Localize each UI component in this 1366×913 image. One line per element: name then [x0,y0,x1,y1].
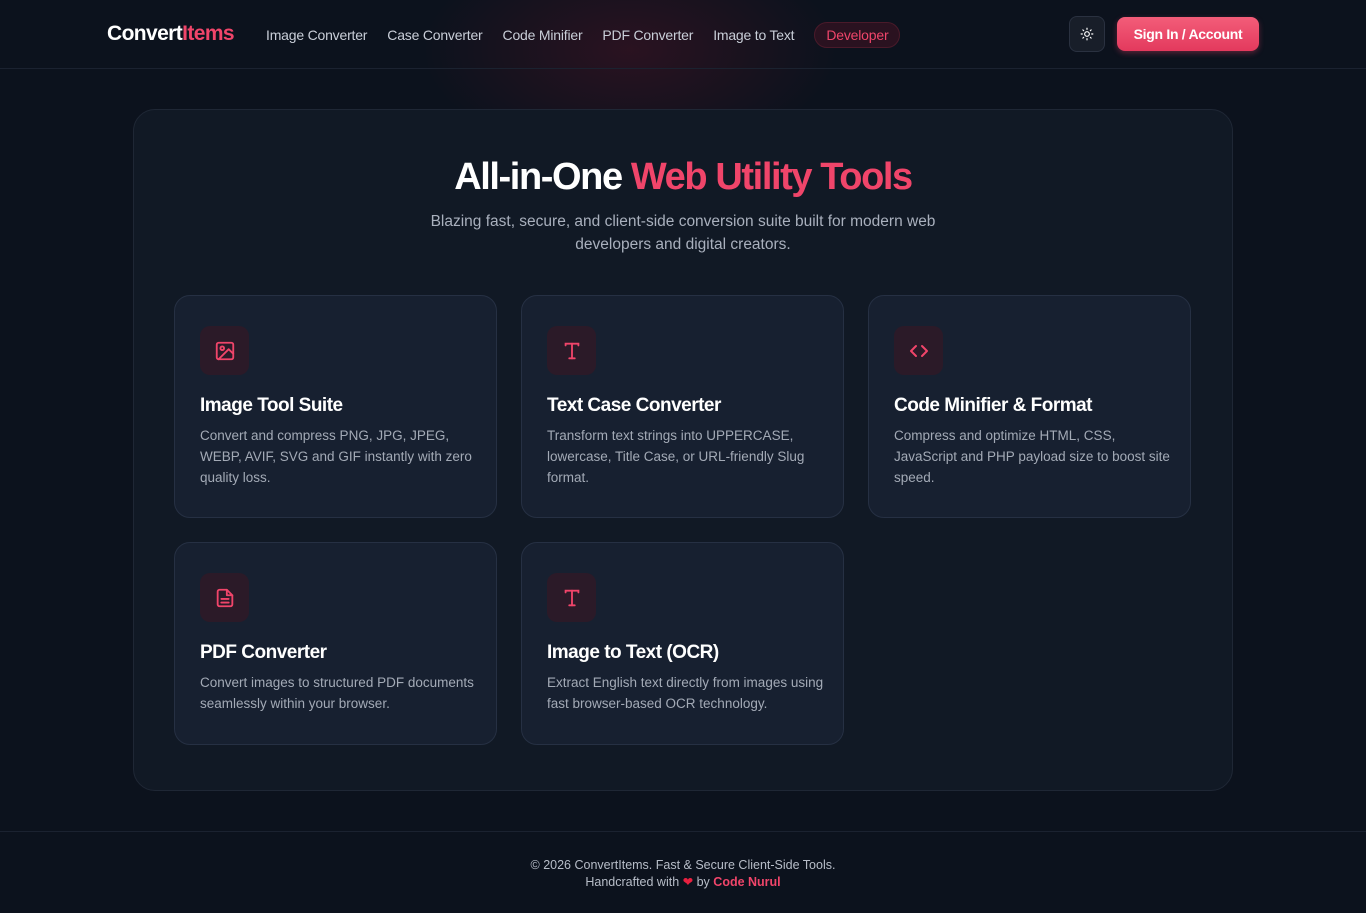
tool-card-code-minifier[interactable]: Code Minifier & Format Compress and opti… [868,295,1191,518]
document-icon [200,573,249,622]
brand-logo[interactable]: ConvertItems [107,22,235,46]
card-title: PDF Converter [200,642,327,663]
main-nav: Image Converter Case Converter Code Mini… [266,0,901,69]
card-description: Transform text strings into UPPERCASE, l… [547,428,805,485]
card-description: Convert images to structured PDF documen… [200,675,474,711]
image-icon [200,326,249,375]
footer-by-text: by [696,875,710,889]
nav-developer[interactable]: Developer [814,21,901,48]
code-icon [894,326,943,375]
top-navbar: ConvertItems Image Converter Case Conver… [0,0,1366,69]
card-title: Code Minifier & Format [894,395,1093,416]
text-t-icon [547,573,596,622]
nav-case-converter[interactable]: Case Converter [387,27,482,43]
sign-in-account-button[interactable]: Sign In / Account [1117,17,1259,51]
tool-card-image-to-text[interactable]: Image to Text (OCR) Extract English text… [521,542,844,745]
card-title: Image Tool Suite [200,395,343,416]
card-title: Text Case Converter [547,395,721,416]
brand-name-part1: Convert [107,22,183,45]
nav-image-to-text[interactable]: Image to Text [713,27,794,43]
footer-credit: Handcrafted with ❤ by Code Nurul [0,874,1366,889]
tool-card-text-case[interactable]: Text Case Converter Transform text strin… [521,295,844,518]
theme-toggle-button[interactable] [1069,16,1105,52]
card-description: Compress and optimize HTML, CSS, JavaScr… [894,428,1170,485]
nav-image-converter[interactable]: Image Converter [266,27,367,43]
brand-name-part2: Items [182,22,235,45]
card-description: Convert and compress PNG, JPG, JPEG, WEB… [200,428,472,485]
text-t-icon [547,326,596,375]
hero-title-accent: Web Utility Tools [630,156,913,198]
author-link[interactable]: Code Nurul [713,875,780,889]
tool-card-image-suite[interactable]: Image Tool Suite Convert and compress PN… [174,295,497,518]
footer-copyright: © 2026 ConvertItems. Fast & Secure Clien… [530,858,836,872]
card-description: Extract English text directly from image… [547,675,824,711]
footer-handcrafted-text: Handcrafted with [585,875,680,889]
heart-icon: ❤ [682,875,694,889]
hero-title-lead: All-in-One [454,156,631,198]
sun-icon [1080,27,1094,41]
tool-card-pdf-converter[interactable]: PDF Converter Convert images to structur… [174,542,497,745]
page-footer: © 2026 ConvertItems. Fast & Secure Clien… [0,831,1366,913]
nav-code-minifier[interactable]: Code Minifier [503,27,583,43]
hero-subtitle: Blazing fast, secure, and client-side co… [430,213,936,253]
nav-pdf-converter[interactable]: PDF Converter [602,27,693,43]
card-title: Image to Text (OCR) [547,642,719,663]
hero-title: All-in-One Web Utility Tools [0,156,1366,199]
